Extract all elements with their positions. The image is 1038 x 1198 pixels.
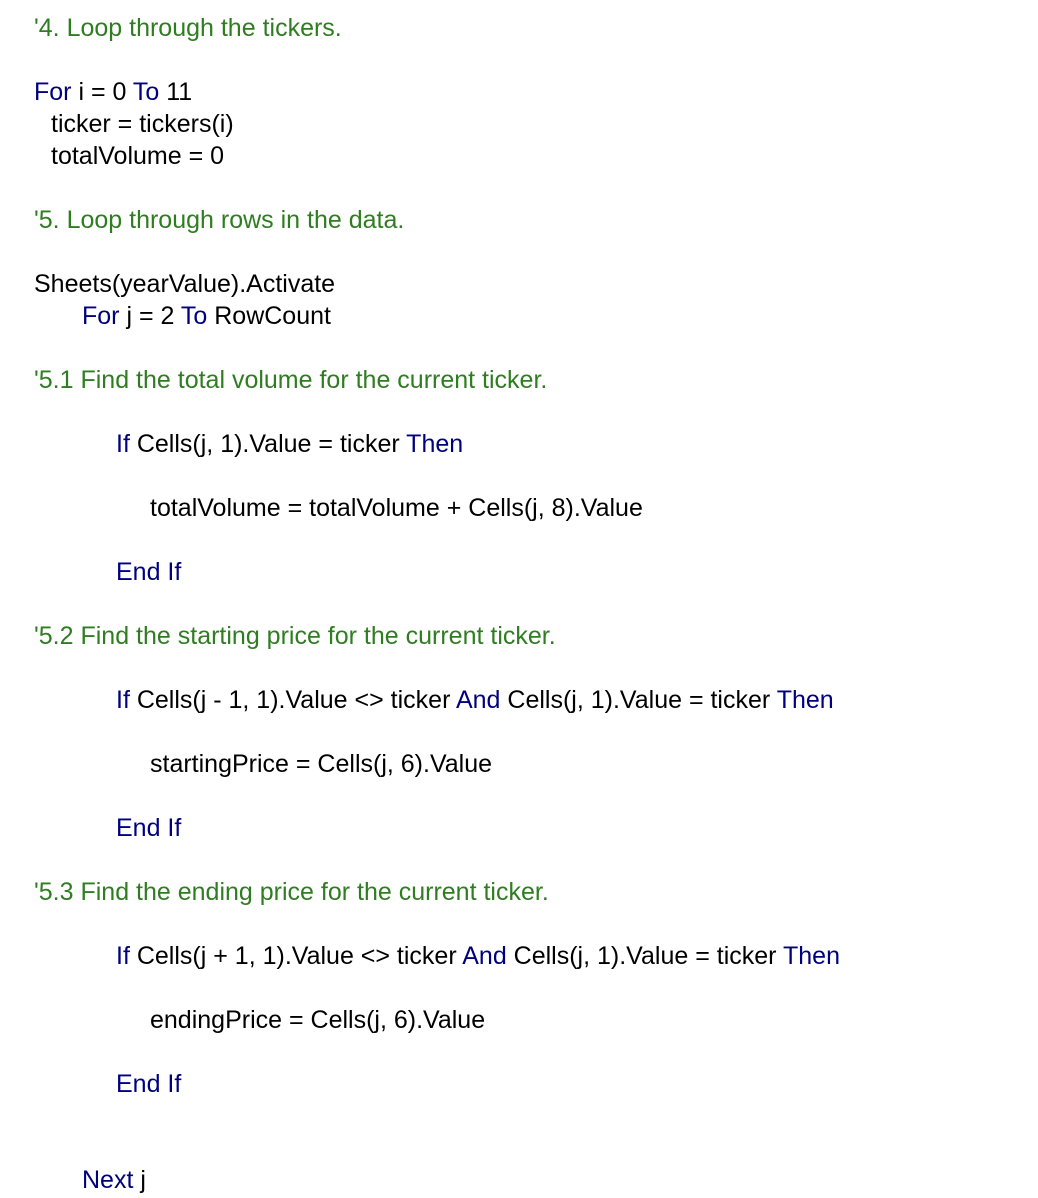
code-line: endingPrice = Cells(j, 6).Value	[150, 1006, 486, 1034]
keyword: For	[82, 302, 120, 330]
code-line-next-j: Next j	[82, 1164, 146, 1196]
code-text: Cells(j, 1).Value = ticker	[129, 430, 407, 458]
keyword: If	[116, 430, 130, 458]
keyword: Then	[776, 686, 834, 714]
code-text: Cells(j + 1, 1).Value <> ticker	[129, 942, 463, 970]
code-text: Cells(j, 1).Value = ticker	[506, 942, 783, 970]
code-text: RowCount	[207, 302, 331, 330]
code-line: totalVolume = totalVolume + Cells(j, 8).…	[150, 494, 643, 522]
code-text: j = 2	[119, 302, 181, 330]
code-text: Cells(j, 1).Value = ticker	[500, 686, 777, 714]
code-line: ticker = tickers(i)	[51, 110, 234, 138]
keyword: Then	[406, 430, 464, 458]
code-text: 11	[159, 78, 193, 106]
keyword: Then	[782, 942, 840, 970]
code-line-for-i: For i = 0 To 11	[34, 76, 192, 108]
comment-line: '5. Loop through rows in the data.	[34, 206, 405, 234]
code-line-if: If Cells(j - 1, 1).Value <> ticker And C…	[116, 684, 834, 716]
code-line-if: If Cells(j + 1, 1).Value <> ticker And C…	[116, 940, 840, 972]
code-line: startingPrice = Cells(j, 6).Value	[150, 750, 493, 778]
code-text: i = 0	[71, 78, 133, 106]
comment-line: '5.2 Find the starting price for the cur…	[34, 622, 556, 650]
keyword: If	[116, 686, 130, 714]
comment-line: '5.3 Find the ending price for the curre…	[34, 878, 549, 906]
keyword: To	[180, 302, 208, 330]
code-line-end-if: End If	[116, 1070, 182, 1098]
code-line-end-if: End If	[116, 814, 182, 842]
code-line-for-j: For j = 2 To RowCount	[82, 300, 331, 332]
keyword: Next	[82, 1166, 134, 1194]
code-text: Cells(j - 1, 1).Value <> ticker	[129, 686, 456, 714]
keyword: For	[34, 78, 72, 106]
keyword: If	[116, 942, 130, 970]
code-line: Sheets(yearValue).Activate	[34, 270, 336, 298]
keyword: And	[455, 686, 501, 714]
code-line: totalVolume = 0	[51, 142, 225, 170]
code-line-end-if: End If	[116, 558, 182, 586]
comment-line: '4. Loop through the tickers.	[34, 14, 342, 42]
code-text: j	[133, 1166, 146, 1194]
comment-line: '5.1 Find the total volume for the curre…	[34, 366, 548, 394]
keyword: And	[462, 942, 507, 970]
keyword: To	[132, 78, 160, 106]
code-line-if: If Cells(j, 1).Value = ticker Then	[116, 428, 463, 460]
